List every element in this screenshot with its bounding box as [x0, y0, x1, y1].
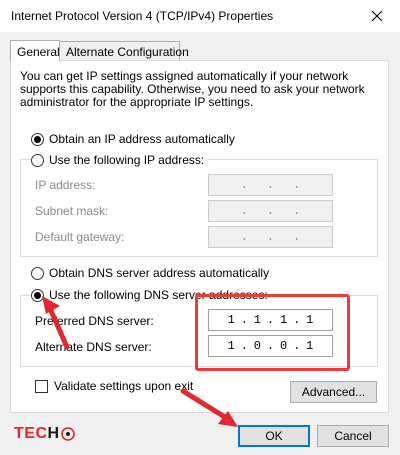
- radio-indicator: [31, 153, 44, 167]
- radio-label: Obtain DNS server address automatically: [49, 266, 270, 280]
- radio-label: Use the following IP address:: [49, 153, 205, 167]
- tab-alternate-configuration[interactable]: Alternate Configuration: [59, 41, 189, 61]
- radio-indicator: [31, 266, 44, 280]
- subnet-mask-input[interactable]: . . .: [208, 200, 333, 222]
- default-gateway-input[interactable]: . . .: [208, 226, 333, 248]
- window-title: Internet Protocol Version 4 (TCP/IPv4) P…: [11, 9, 274, 23]
- radio-indicator: [31, 288, 44, 302]
- tech-logo: TEC H: [14, 425, 75, 443]
- radio-obtain-dns-auto[interactable]: Obtain DNS server address automatically: [31, 266, 269, 280]
- radio-label: Obtain an IP address automatically: [49, 132, 235, 146]
- tab-general[interactable]: General: [10, 40, 60, 62]
- checkbox-indicator: [35, 379, 48, 393]
- close-icon: [371, 10, 383, 22]
- preferred-dns-label: Preferred DNS server:: [35, 314, 154, 328]
- ip-address-input[interactable]: . . .: [208, 174, 333, 196]
- advanced-button[interactable]: Advanced...: [290, 381, 377, 403]
- ok-button[interactable]: OK: [238, 425, 310, 447]
- logo-badge-icon: [60, 427, 75, 441]
- title-bar: Internet Protocol Version 4 (TCP/IPv4) P…: [0, 0, 400, 32]
- alternate-dns-label: Alternate DNS server:: [35, 340, 152, 354]
- description-text: You can get IP settings assigned automat…: [20, 69, 365, 109]
- subnet-mask-label: Subnet mask:: [35, 204, 109, 218]
- validate-settings-checkbox[interactable]: Validate settings upon exit: [35, 379, 193, 393]
- close-button[interactable]: [354, 0, 400, 32]
- default-gateway-label: Default gateway:: [35, 230, 125, 244]
- highlight-box: [195, 294, 350, 371]
- radio-indicator: [31, 132, 44, 146]
- checkbox-label: Validate settings upon exit: [54, 379, 194, 393]
- radio-use-following-ip[interactable]: Use the following IP address:: [31, 153, 208, 167]
- cancel-button[interactable]: Cancel: [317, 425, 389, 447]
- radio-obtain-ip-auto[interactable]: Obtain an IP address automatically: [31, 132, 235, 146]
- ip-address-label: IP address:: [35, 178, 96, 192]
